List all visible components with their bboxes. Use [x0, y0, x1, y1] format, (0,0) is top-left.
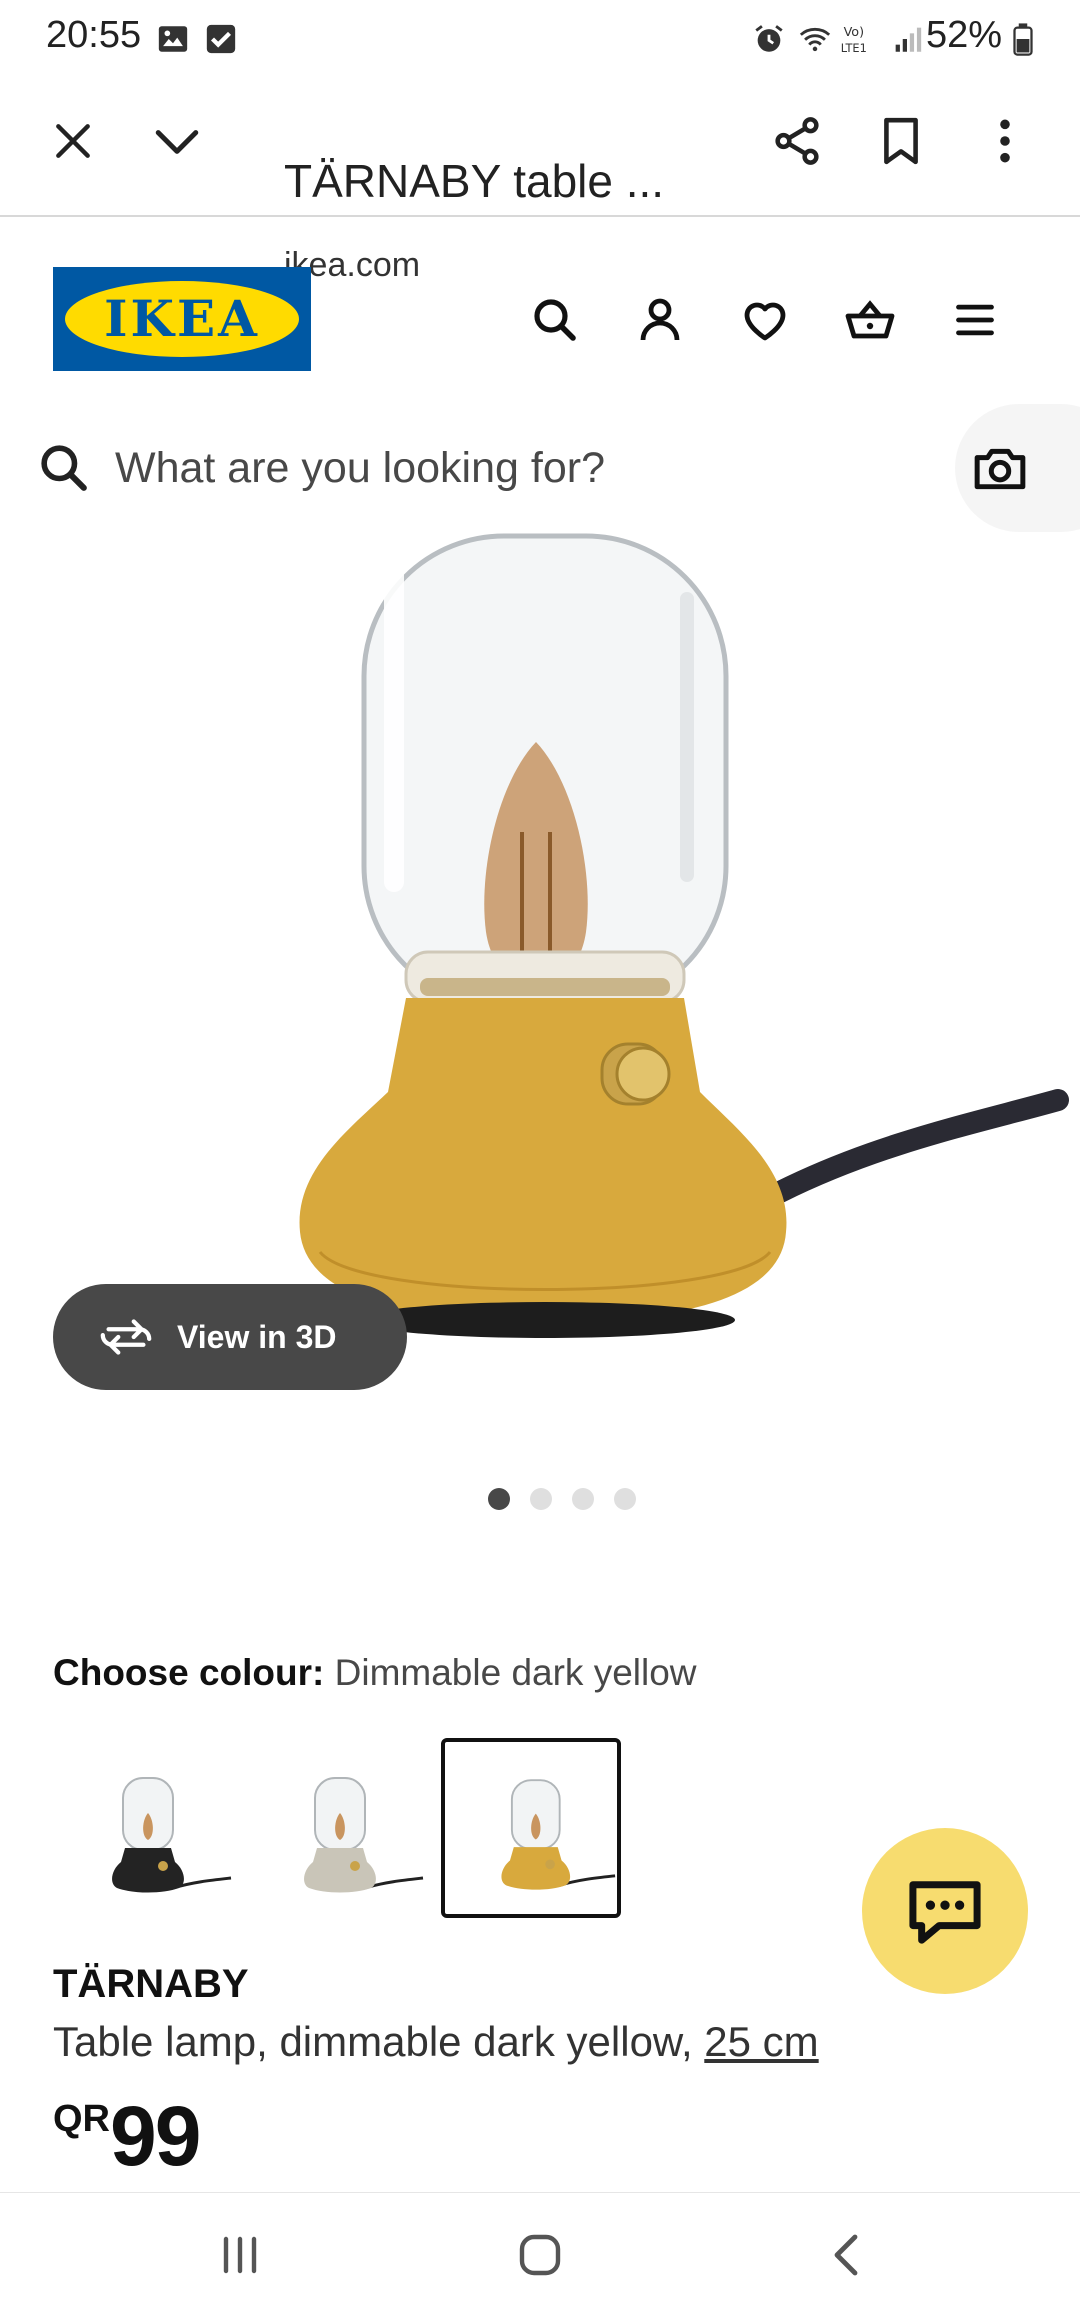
navigation-bar: [0, 2192, 1080, 2317]
camera-icon: [974, 448, 1026, 490]
account-icon: [640, 298, 680, 341]
carousel-dot[interactable]: [572, 1488, 594, 1510]
menu-button[interactable]: [940, 285, 1010, 355]
signal-icon: [895, 27, 922, 52]
favourites-button[interactable]: [730, 285, 800, 355]
carousel-dots: [22, 1488, 1080, 1512]
search-input[interactable]: [115, 437, 915, 499]
product-description: Table lamp, dimmable dark yellow,: [53, 2018, 705, 2065]
svg-text:Vo): Vo): [844, 25, 865, 40]
view-in-3d-button[interactable]: View in 3D: [53, 1284, 407, 1390]
lamp-thumbnail: [501, 1779, 616, 1890]
colour-swatch-black[interactable]: [53, 1738, 233, 1918]
visual-search-button[interactable]: [955, 404, 1080, 532]
more-vertical-icon: [1000, 119, 1010, 163]
chat-icon: [909, 1881, 981, 1944]
check-box-icon: [206, 24, 236, 54]
colour-label: Choose colour:: [53, 1652, 325, 1693]
recent-apps-icon: [223, 2236, 257, 2274]
battery-percent: 52%: [925, 14, 1002, 56]
home-button[interactable]: [500, 2215, 580, 2295]
product-image[interactable]: [0, 532, 1080, 1412]
carousel-dot[interactable]: [614, 1488, 636, 1510]
minimize-tab-button[interactable]: [142, 106, 212, 176]
ikea-logo[interactable]: IKEA: [53, 267, 311, 371]
lamp-thumbnail: [112, 1777, 232, 1893]
recent-apps-button[interactable]: [200, 2215, 280, 2295]
back-icon: [834, 2234, 858, 2276]
menu-icon: [956, 304, 994, 336]
basket-button[interactable]: [835, 285, 905, 355]
lamp-thumbnail: [304, 1777, 424, 1893]
image-icon: [158, 26, 188, 52]
share-button[interactable]: [762, 106, 832, 176]
lamp-illustration: [299, 533, 1069, 1338]
wifi-icon: [799, 27, 831, 52]
status-time: 20:55: [46, 14, 142, 56]
page-title: TÄRNABY table ...: [284, 155, 665, 207]
colour-swatch-dark-yellow[interactable]: [441, 1738, 621, 1918]
carousel-dot[interactable]: [530, 1488, 552, 1510]
price-currency: QR: [53, 2098, 110, 2140]
heart-icon: [744, 302, 786, 341]
browser-toolbar: TÄRNABY table ... ikea.com: [0, 80, 1080, 284]
volte-icon: Vo)LTE1: [841, 25, 867, 55]
share-icon: [775, 117, 819, 165]
colour-value: Dimmable dark yellow: [334, 1652, 697, 1693]
home-icon: [519, 2234, 561, 2276]
product-description-line: Table lamp, dimmable dark yellow, 25 cm: [53, 2018, 819, 2066]
search-icon: [41, 445, 87, 491]
rotate-3d-icon: [100, 1319, 152, 1355]
close-tab-button[interactable]: [38, 106, 108, 176]
search-icon: [534, 299, 576, 341]
battery-icon: [1013, 23, 1033, 56]
colour-swatch-grey-beige[interactable]: [245, 1738, 425, 1918]
chevron-down-icon: [155, 130, 199, 154]
basket-icon: [845, 300, 895, 339]
price-value: 99: [110, 2089, 201, 2183]
more-options-button[interactable]: [970, 106, 1040, 176]
alarm-icon: [755, 25, 783, 52]
back-button[interactable]: [805, 2215, 885, 2295]
header-search-button[interactable]: [520, 285, 590, 355]
product-size-link[interactable]: 25 cm: [704, 2018, 818, 2065]
search-bar: [0, 404, 1080, 532]
logo-text: IKEA: [104, 289, 260, 348]
view-in-3d-label: View in 3D: [177, 1318, 337, 1355]
close-icon: [56, 124, 90, 158]
product-name: TÄRNABY: [53, 1962, 249, 2006]
svg-text:LTE1: LTE1: [841, 41, 867, 55]
bookmark-icon: [884, 117, 918, 165]
status-bar: 20:55 Vo) LTE1 52%: [0, 0, 1080, 80]
carousel-dot[interactable]: [488, 1488, 510, 1510]
bookmark-button[interactable]: [866, 106, 936, 176]
chat-button[interactable]: [862, 1828, 1028, 1994]
colour-chooser-label: Choose colour: Dimmable dark yellow: [53, 1652, 697, 1694]
account-button[interactable]: [625, 285, 695, 355]
product-price: QR99: [53, 2088, 201, 2185]
